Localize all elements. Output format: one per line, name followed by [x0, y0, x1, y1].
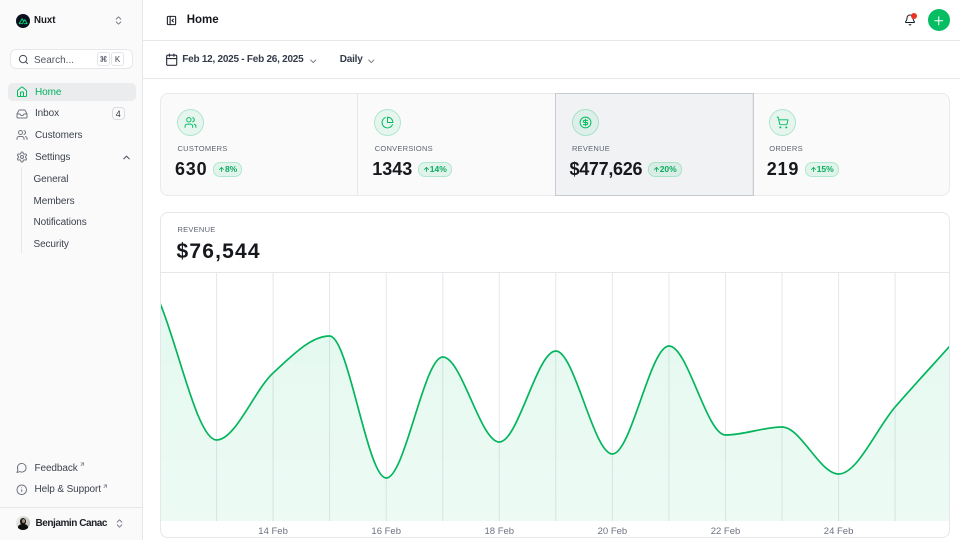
svg-text:16 Feb: 16 Feb — [371, 526, 401, 534]
svg-text:22 Feb: 22 Feb — [711, 526, 741, 534]
svg-text:24 Feb: 24 Feb — [824, 526, 854, 534]
svg-text:20 Feb: 20 Feb — [598, 526, 628, 534]
svg-text:14 Feb: 14 Feb — [258, 526, 288, 534]
svg-text:18 Feb: 18 Feb — [485, 526, 515, 534]
